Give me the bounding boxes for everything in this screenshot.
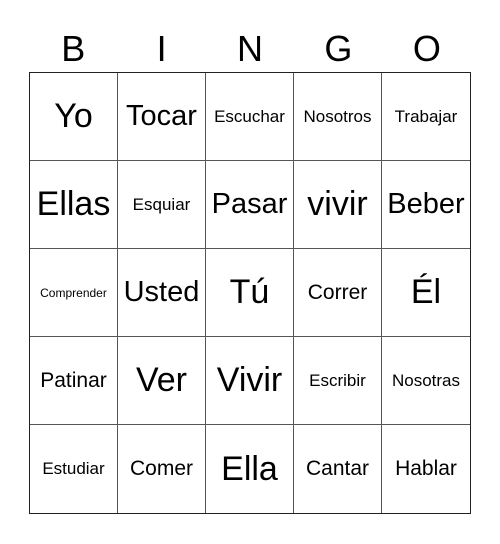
bingo-cell[interactable]: Hablar bbox=[382, 425, 470, 513]
bingo-cell[interactable]: Esquiar bbox=[118, 161, 206, 249]
bingo-cell[interactable]: Tocar bbox=[118, 73, 206, 161]
bingo-cell[interactable]: Cantar bbox=[294, 425, 382, 513]
bingo-cell[interactable]: Patinar bbox=[30, 337, 118, 425]
bingo-cell[interactable]: Él bbox=[382, 249, 470, 337]
bingo-cell[interactable]: Vivir bbox=[206, 337, 294, 425]
bingo-cell[interactable]: Trabajar bbox=[382, 73, 470, 161]
bingo-cell[interactable]: Nosotros bbox=[294, 73, 382, 161]
bingo-cell[interactable]: Escribir bbox=[294, 337, 382, 425]
bingo-cell[interactable]: Tú bbox=[206, 249, 294, 337]
bingo-cell[interactable]: Usted bbox=[118, 249, 206, 337]
bingo-cell[interactable]: Estudiar bbox=[30, 425, 118, 513]
bingo-header: B I N G O bbox=[29, 26, 471, 72]
bingo-cell[interactable]: Beber bbox=[382, 161, 470, 249]
bingo-cell[interactable]: Ellas bbox=[30, 161, 118, 249]
bingo-cell[interactable]: Pasar bbox=[206, 161, 294, 249]
bingo-cell[interactable]: Comprender bbox=[30, 249, 118, 337]
bingo-cell[interactable]: Escuchar bbox=[206, 73, 294, 161]
bingo-cell[interactable]: Nosotras bbox=[382, 337, 470, 425]
bingo-cell[interactable]: Ella bbox=[206, 425, 294, 513]
header-letter-o: O bbox=[412, 28, 441, 69]
header-letter-b: B bbox=[61, 28, 86, 69]
bingo-cell[interactable]: vivir bbox=[294, 161, 382, 249]
bingo-grid: Yo Tocar Escuchar Nosotros Trabajar Ellas Esqu… bbox=[29, 72, 471, 514]
bingo-cell[interactable]: Correr bbox=[294, 249, 382, 337]
bingo-cell[interactable]: Ver bbox=[118, 337, 206, 425]
header-letter-i: I bbox=[156, 28, 167, 69]
bingo-cell[interactable]: Comer bbox=[118, 425, 206, 513]
header-letter-g: G bbox=[324, 28, 353, 69]
bingo-cell[interactable]: Yo bbox=[30, 73, 118, 161]
header-letter-n: N bbox=[237, 28, 264, 69]
